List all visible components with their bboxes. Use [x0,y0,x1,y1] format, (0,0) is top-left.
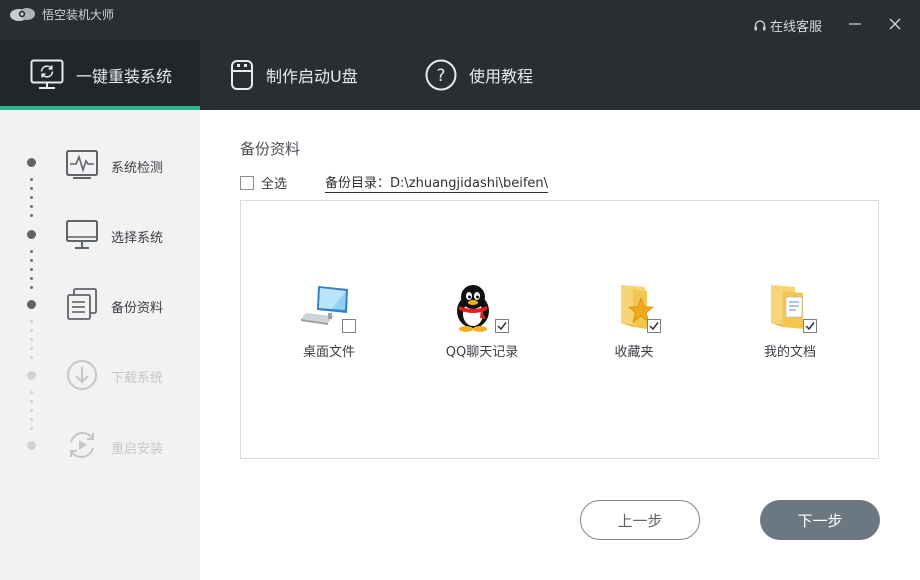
step-marker [27,441,36,450]
close-icon [889,18,901,30]
progress-dot [30,268,33,271]
online-service-link[interactable]: 在线客服 [753,16,822,35]
step-marker [27,371,36,380]
backup-item-checkbox[interactable] [342,319,356,333]
select-all-box[interactable] [240,175,254,190]
app-title: 悟空装机大师 [42,7,115,22]
progress-dot [30,286,33,289]
pulse-monitor-icon [66,150,98,179]
online-service-label: 在线客服 [770,20,823,35]
step-marker [27,300,36,309]
progress-dot [30,196,33,199]
help-circle-icon: ? [425,59,457,91]
backup-item-favorites[interactable]: 收藏夹 [574,283,694,360]
step-marker [27,230,36,239]
next-step-button[interactable]: 下一步 [760,500,880,540]
progress-dot [30,187,33,190]
progress-dot [30,347,33,350]
tab-one-click-reinstall[interactable]: 一键重装系统 [30,55,172,95]
steps-sidebar: 系统检测 选择系统 备份资料 下载系统 重启安装 [0,110,200,580]
progress-dot [30,214,33,217]
tab-label: 使用教程 [469,67,534,86]
backup-item-desktop[interactable]: 桌面文件 [269,283,389,360]
backup-item-label: QQ聊天记录 [445,345,519,360]
step-label-download: 下载系统 [111,371,164,386]
step-label-select-system: 选择系统 [111,231,164,246]
backup-item-checkbox[interactable] [803,319,817,333]
backup-item-qq-chat[interactable]: QQ聊天记录 [422,283,542,360]
progress-dot [30,178,33,181]
headset-icon [754,19,766,30]
title-bar: 悟空装机大师 在线客服 一键重装系统 制作启动U盘 ? 使用教程 [0,0,920,110]
progress-dot [30,400,33,403]
select-all-label: 全选 [261,177,288,192]
download-icon [67,360,97,390]
check-icon [805,322,815,331]
backup-item-label: 我的文档 [763,345,816,360]
progress-dot [30,427,33,430]
documents-icon [67,288,97,320]
svg-text:?: ? [436,66,445,86]
backup-section-title: 备份资料 [240,140,301,158]
minimize-button[interactable] [845,14,865,34]
monitor-refresh-icon [30,59,64,89]
tab-tutorial[interactable]: ? 使用教程 [425,55,533,95]
app-logo-icon [10,8,35,21]
backup-item-label: 桌面文件 [302,345,355,360]
progress-dot [30,329,33,332]
restart-icon [70,432,94,458]
backup-item-checkbox[interactable] [647,319,661,333]
backup-item-documents[interactable]: 我的文档 [730,283,850,360]
tab-make-usb[interactable]: 制作启动U盘 [230,55,358,95]
tab-label: 制作启动U盘 [266,67,358,86]
step-marker [27,158,36,167]
check-icon [649,322,659,331]
progress-dot [30,338,33,341]
check-icon [497,322,507,331]
monitor-icon [66,220,98,249]
progress-dot [30,259,33,262]
tab-label: 一键重装系统 [76,67,173,86]
progress-dot [30,391,33,394]
backup-item-label: 收藏夹 [614,345,654,360]
progress-dot [30,356,33,359]
progress-dot [30,277,33,280]
step-label-backup: 备份资料 [111,301,164,316]
progress-dot [30,250,33,253]
close-button[interactable] [885,14,905,34]
app-brand: 悟空装机大师 [8,4,114,24]
progress-dot [30,320,33,323]
previous-step-button[interactable]: 上一步 [580,500,700,540]
select-all-checkbox[interactable]: 全选 [240,173,287,192]
progress-dot [30,409,33,412]
progress-dot [30,418,33,421]
progress-dot [30,205,33,208]
usb-drive-icon [231,60,253,90]
step-label-restart: 重启安装 [111,442,164,457]
step-label-detect: 系统检测 [111,161,164,176]
minimize-icon [849,23,861,25]
backup-item-checkbox[interactable] [495,319,509,333]
backup-directory-link[interactable]: 备份目录：D:\zhuangjidashi\beifen\ [325,172,549,193]
